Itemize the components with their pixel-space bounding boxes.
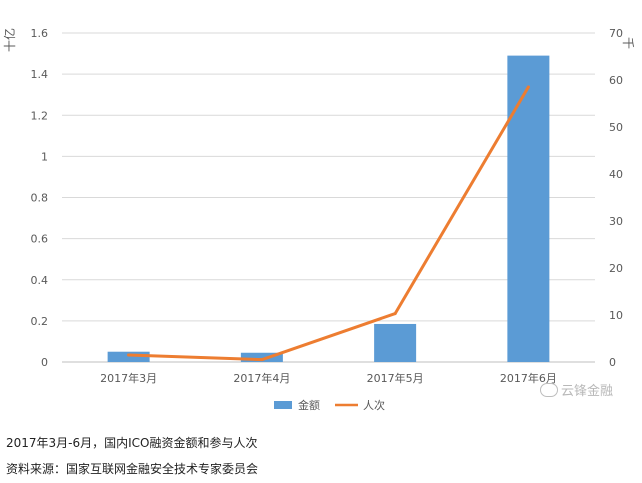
right-tick-label: 10 [609, 309, 623, 322]
right-tick-label: 50 [609, 121, 623, 134]
legend: 金额 人次 [274, 398, 385, 412]
line-point [127, 353, 131, 357]
left-tick-label: 0 [41, 356, 48, 369]
source-note: 资料来源：国家互联网金融安全技术专家委员会 [6, 462, 259, 476]
watermark: 云锋金融 [540, 380, 613, 399]
wechat-icon [540, 383, 558, 397]
category-tick-label: 2017年5月 [367, 371, 424, 385]
left-tick-label: 1.4 [31, 68, 49, 81]
left-tick-label: 1.2 [31, 109, 49, 122]
chart: 00.20.40.60.811.21.41.6 010203040506070 … [2, 27, 635, 412]
category-tick-label: 2017年4月 [233, 371, 290, 385]
right-tick-label: 0 [609, 356, 616, 369]
left-tick-label: 0.8 [31, 192, 49, 205]
left-tick-label: 0.6 [31, 233, 49, 246]
category-ticks: 2017年3月 2017年4月 2017年5月 2017年6月 [100, 371, 557, 385]
bar [507, 55, 550, 363]
line-point [260, 358, 264, 362]
right-tick-label: 40 [609, 168, 623, 181]
line-point [526, 85, 530, 89]
series-line [127, 85, 530, 362]
left-tick-label: 1.6 [31, 27, 49, 40]
legend-label-line: 人次 [363, 398, 385, 412]
legend-swatch-bar [274, 401, 292, 409]
left-axis-unit: 十亿 [2, 28, 17, 52]
line-series [127, 85, 530, 362]
left-tick-label: 0.4 [31, 274, 49, 287]
watermark-text: 云锋金融 [561, 384, 614, 399]
left-tick-label: 1 [41, 150, 48, 163]
figure-caption: 2017年3月-6月，国内ICO融资金额和参与人次 [6, 436, 258, 450]
left-tick-label: 0.2 [31, 315, 49, 328]
right-tick-label: 70 [609, 27, 623, 40]
right-tick-label: 60 [609, 74, 623, 87]
category-tick-label: 2017年3月 [100, 371, 157, 385]
line-point [393, 312, 397, 316]
right-tick-label: 20 [609, 262, 623, 275]
right-axis-ticks: 0 10 20 30 40 50 60 70 [609, 27, 623, 369]
bar [374, 323, 417, 362]
legend-label-bar: 金额 [298, 398, 320, 412]
right-axis-unit: 千 [621, 37, 635, 49]
left-axis-ticks: 0 0.2 0.4 0.6 0.8 1 1.2 1.4 1.6 [31, 27, 49, 369]
right-tick-label: 30 [609, 215, 623, 228]
bar-series [107, 55, 550, 363]
